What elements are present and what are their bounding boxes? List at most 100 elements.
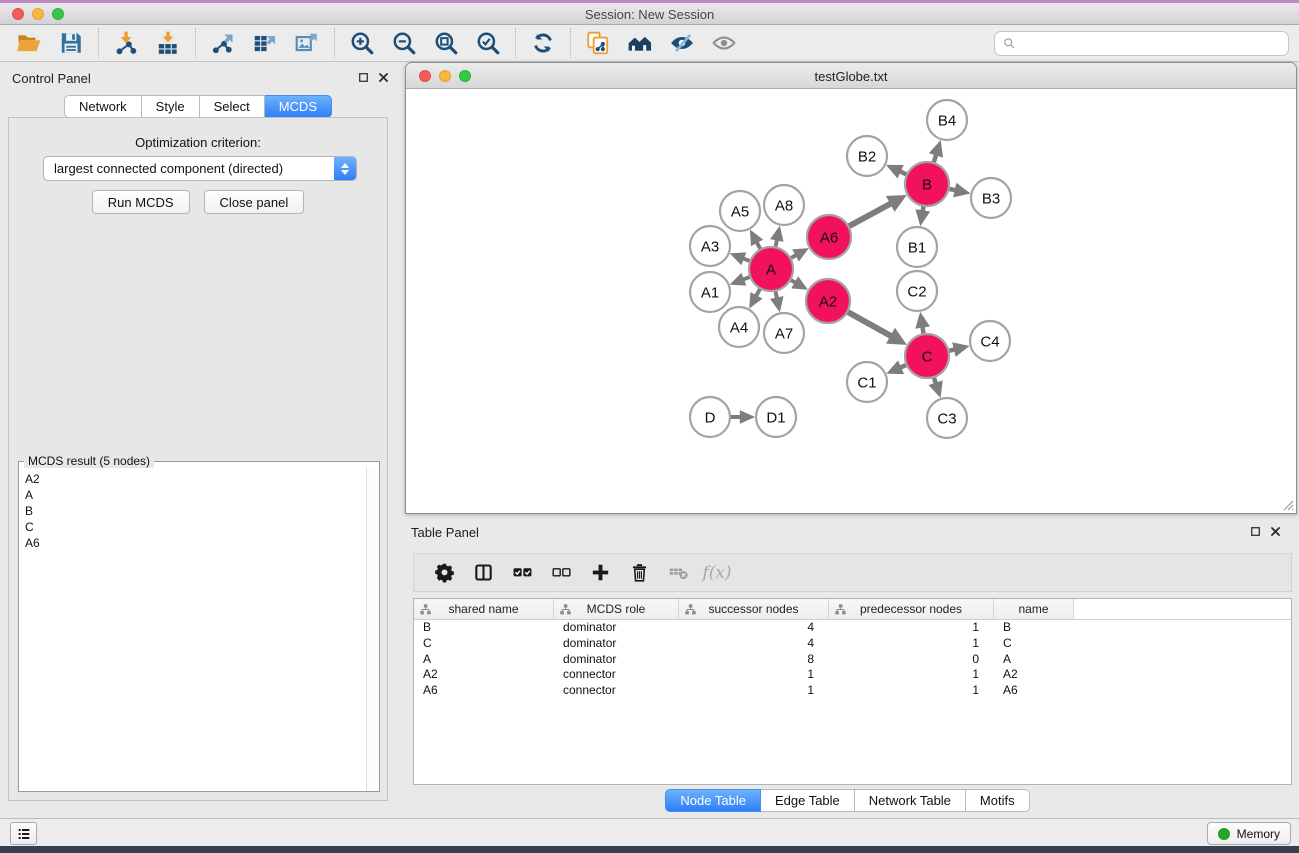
table-row[interactable]: Bdominator41B	[414, 620, 1291, 636]
tab-edge-table[interactable]: Edge Table	[761, 789, 855, 812]
table-toolbar: f(x)	[413, 553, 1292, 592]
network-view-window: testGlobe.txt B4B2BB3A8A5A6A3B1AA1C2A2A4…	[405, 62, 1297, 514]
function-builder-button[interactable]: f(x)	[701, 557, 733, 589]
export-network-button[interactable]	[202, 27, 244, 59]
node-table: shared nameMCDS rolesuccessor nodesprede…	[413, 598, 1292, 785]
result-scrollbar[interactable]	[366, 468, 379, 791]
graph-node-label: A4	[730, 320, 748, 337]
table-cell: connector	[554, 667, 679, 683]
table-close-button[interactable]	[1268, 525, 1282, 539]
table-cell: connector	[554, 683, 679, 699]
show-all-button[interactable]	[703, 27, 745, 59]
toggle-columns-button[interactable]	[467, 557, 499, 589]
network-window-titlebar[interactable]: testGlobe.txt	[406, 63, 1296, 89]
hide-selected-button[interactable]	[661, 27, 703, 59]
optimization-criterion-label: Optimization criterion:	[9, 135, 387, 150]
column-header-successor-nodes[interactable]: successor nodes	[679, 599, 829, 619]
graph-node-label: A	[766, 262, 776, 279]
control-panel: Control Panel NetworkStyleSelectMCDS Opt…	[0, 62, 396, 818]
select-spinner-icon	[334, 157, 356, 180]
select-all-rows-button[interactable]	[506, 557, 538, 589]
tab-select[interactable]: Select	[200, 95, 265, 118]
search-icon	[1002, 36, 1017, 51]
close-panel-button[interactable]	[376, 71, 390, 85]
graph-node-label: A2	[819, 294, 837, 311]
deselect-all-rows-button[interactable]	[545, 557, 577, 589]
tree-icon	[419, 603, 432, 616]
import-table-button[interactable]	[147, 27, 189, 59]
tab-mcds[interactable]: MCDS	[265, 95, 332, 118]
first-neighbors-button[interactable]	[619, 27, 661, 59]
first-neighbors-icon	[627, 30, 653, 56]
zoom-in-icon	[349, 30, 375, 56]
trash-icon	[629, 562, 650, 583]
memory-button[interactable]: Memory	[1207, 822, 1291, 845]
table-row[interactable]: Adominator80A	[414, 652, 1291, 668]
new-network-from-selection-icon	[585, 30, 611, 56]
column-header-name[interactable]: name	[994, 599, 1074, 619]
table-float-button[interactable]	[1248, 525, 1262, 539]
zoom-selected-button[interactable]	[467, 27, 509, 59]
control-panel-title: Control Panel	[12, 71, 91, 86]
tab-style[interactable]: Style	[142, 95, 200, 118]
task-history-button[interactable]	[10, 822, 37, 845]
main-titlebar: Session: New Session	[0, 3, 1299, 25]
zoom-out-icon	[391, 30, 417, 56]
application-window: Session: New Session Control Panel Netwo…	[0, 0, 1299, 853]
delete-table-button[interactable]	[662, 557, 694, 589]
desktop-background	[0, 846, 1299, 853]
open-folder-icon	[16, 30, 42, 56]
arrowhead-icon	[929, 140, 943, 158]
import-network-icon	[113, 30, 139, 56]
arrowhead-icon	[929, 380, 943, 398]
tab-node-table[interactable]: Node Table	[665, 789, 761, 812]
zoom-in-button[interactable]	[341, 27, 383, 59]
save-session-button[interactable]	[50, 27, 92, 59]
tab-network-table[interactable]: Network Table	[855, 789, 966, 812]
column-header-shared-name[interactable]: shared name	[414, 599, 554, 619]
column-header-mcds-role[interactable]: MCDS role	[554, 599, 679, 619]
export-image-button[interactable]	[286, 27, 328, 59]
refresh-network-button[interactable]	[522, 27, 564, 59]
network-graph: B4B2BB3A8A5A6A3B1AA1C2A2A4A7C4CC1C3DD1	[406, 89, 1296, 513]
graph-node-label: A1	[701, 285, 719, 302]
mcds-result-title: MCDS result (5 nodes)	[24, 454, 154, 468]
import-network-button[interactable]	[105, 27, 147, 59]
export-table-button[interactable]	[244, 27, 286, 59]
new-network-from-selection-button[interactable]	[577, 27, 619, 59]
column-header-predecessor-nodes[interactable]: predecessor nodes	[829, 599, 994, 619]
table-cell: 1	[829, 667, 994, 683]
float-panel-button[interactable]	[356, 71, 370, 85]
mcds-result-item: A6	[25, 535, 360, 551]
column-settings-button[interactable]	[428, 557, 460, 589]
zoom-fit-button[interactable]	[425, 27, 467, 59]
table-row[interactable]: Cdominator41C	[414, 636, 1291, 652]
plus-icon	[590, 562, 611, 583]
table-row[interactable]: A6connector11A6	[414, 683, 1291, 699]
tab-network[interactable]: Network	[64, 95, 142, 118]
arrowhead-icon	[770, 226, 784, 242]
graph-node-label: A5	[731, 204, 749, 221]
column-header-filler	[1074, 599, 1291, 619]
table-row[interactable]: A2connector11A2	[414, 667, 1291, 683]
close-panel-action-button[interactable]: Close panel	[204, 190, 305, 214]
tab-motifs[interactable]: Motifs	[966, 789, 1030, 812]
run-mcds-button[interactable]: Run MCDS	[92, 190, 190, 214]
main-toolbar	[0, 25, 1299, 62]
network-canvas[interactable]: B4B2BB3A8A5A6A3B1AA1C2A2A4A7C4CC1C3DD1	[406, 89, 1296, 513]
search-input[interactable]	[1017, 34, 1288, 54]
graph-node-label: B1	[908, 240, 926, 257]
delete-columns-button[interactable]	[623, 557, 655, 589]
float-icon	[1249, 525, 1262, 538]
table-cell: 1	[829, 683, 994, 699]
resize-grip-icon[interactable]	[1280, 497, 1294, 511]
toggle-columns-icon	[473, 562, 494, 583]
open-session-button[interactable]	[8, 27, 50, 59]
close-icon	[1269, 525, 1282, 538]
refresh-icon	[530, 30, 556, 56]
arrowhead-icon	[740, 410, 755, 424]
criterion-select[interactable]: largest connected component (directed)	[43, 156, 357, 181]
zoom-out-button[interactable]	[383, 27, 425, 59]
mcds-result-item: C	[25, 519, 360, 535]
create-column-button[interactable]	[584, 557, 616, 589]
